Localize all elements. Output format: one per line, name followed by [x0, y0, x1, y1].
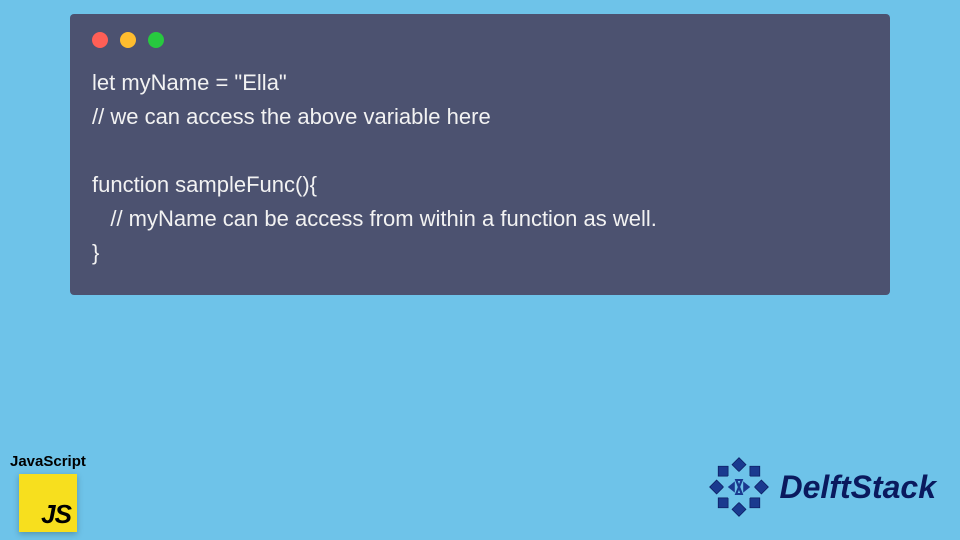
maximize-dot-icon [148, 32, 164, 48]
delftstack-logo-icon [704, 452, 774, 522]
delftstack-brand: DelftStack [704, 452, 937, 522]
javascript-label: JavaScript [10, 453, 86, 470]
minimize-dot-icon [120, 32, 136, 48]
close-dot-icon [92, 32, 108, 48]
code-block: let myName = "Ella" // we can access the… [92, 66, 868, 271]
code-window: let myName = "Ella" // we can access the… [70, 14, 890, 295]
javascript-icon [19, 474, 77, 532]
delftstack-name: DelftStack [780, 469, 937, 506]
window-traffic-lights [92, 32, 868, 48]
javascript-badge: JavaScript [10, 453, 86, 532]
